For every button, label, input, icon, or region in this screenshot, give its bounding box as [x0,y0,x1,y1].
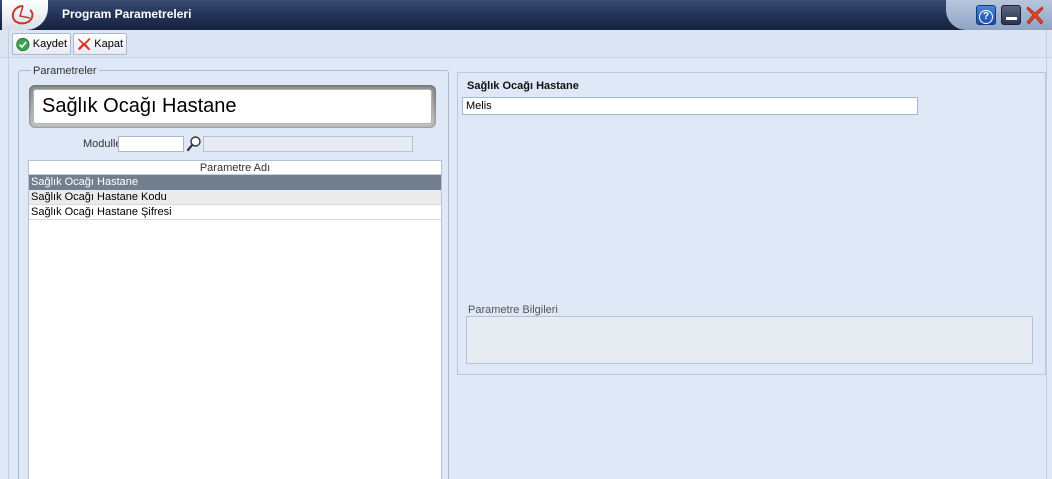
check-icon [16,37,30,51]
red-x-icon [77,37,91,51]
help-button[interactable]: ? [976,5,996,25]
moduller-search-button[interactable] [186,135,202,153]
parameter-search-input[interactable] [33,89,432,124]
help-icon: ? [979,10,993,24]
parameter-value-input[interactable] [462,97,918,115]
close-icon [1026,6,1044,25]
minimize-button[interactable] [1001,5,1021,25]
parametre-bilgileri-textarea[interactable] [466,316,1033,364]
detail-title: Sağlık Ocağı Hastane [467,80,579,92]
close-label: Kapat [94,38,123,50]
moduller-description-field [203,136,413,152]
parametre-bilgileri-label: Parametre Bilgileri [468,304,558,316]
window-controls: ? [946,0,1052,30]
parametreler-panel: Parametreler Moduller Parametre Adı Sağl… [18,65,449,479]
grid-header-parametre-adi[interactable]: Parametre Adı [29,161,441,175]
save-button[interactable]: Kaydet [12,33,71,55]
parameter-grid: Parametre Adı Sağlık Ocağı Hastane Sağlı… [28,160,442,479]
parameter-search-frame [29,85,436,128]
magnifier-icon [186,136,201,152]
parameter-detail-panel: Sağlık Ocağı Hastane Parametre Bilgileri [457,72,1046,375]
parametreler-legend: Parametreler [31,65,99,77]
toolbar: Kaydet Kapat [0,30,1052,58]
moduller-input[interactable] [118,136,184,152]
app-logo-icon [11,5,34,25]
right-divider [1046,30,1047,479]
close-button[interactable]: Kapat [73,33,127,55]
save-label: Kaydet [32,38,67,50]
table-row[interactable]: Sağlık Ocağı Hastane [29,175,441,190]
minimize-icon [1006,17,1017,20]
table-row[interactable]: Sağlık Ocağı Hastane Şifresi [29,205,441,220]
window-title: Program Parametreleri [62,7,192,21]
close-window-button[interactable] [1025,5,1045,25]
left-divider [8,30,9,479]
app-logo [2,0,48,30]
table-row[interactable]: Sağlık Ocağı Hastane Kodu [29,190,441,205]
title-bar: Program Parametreleri ? [0,0,1052,30]
